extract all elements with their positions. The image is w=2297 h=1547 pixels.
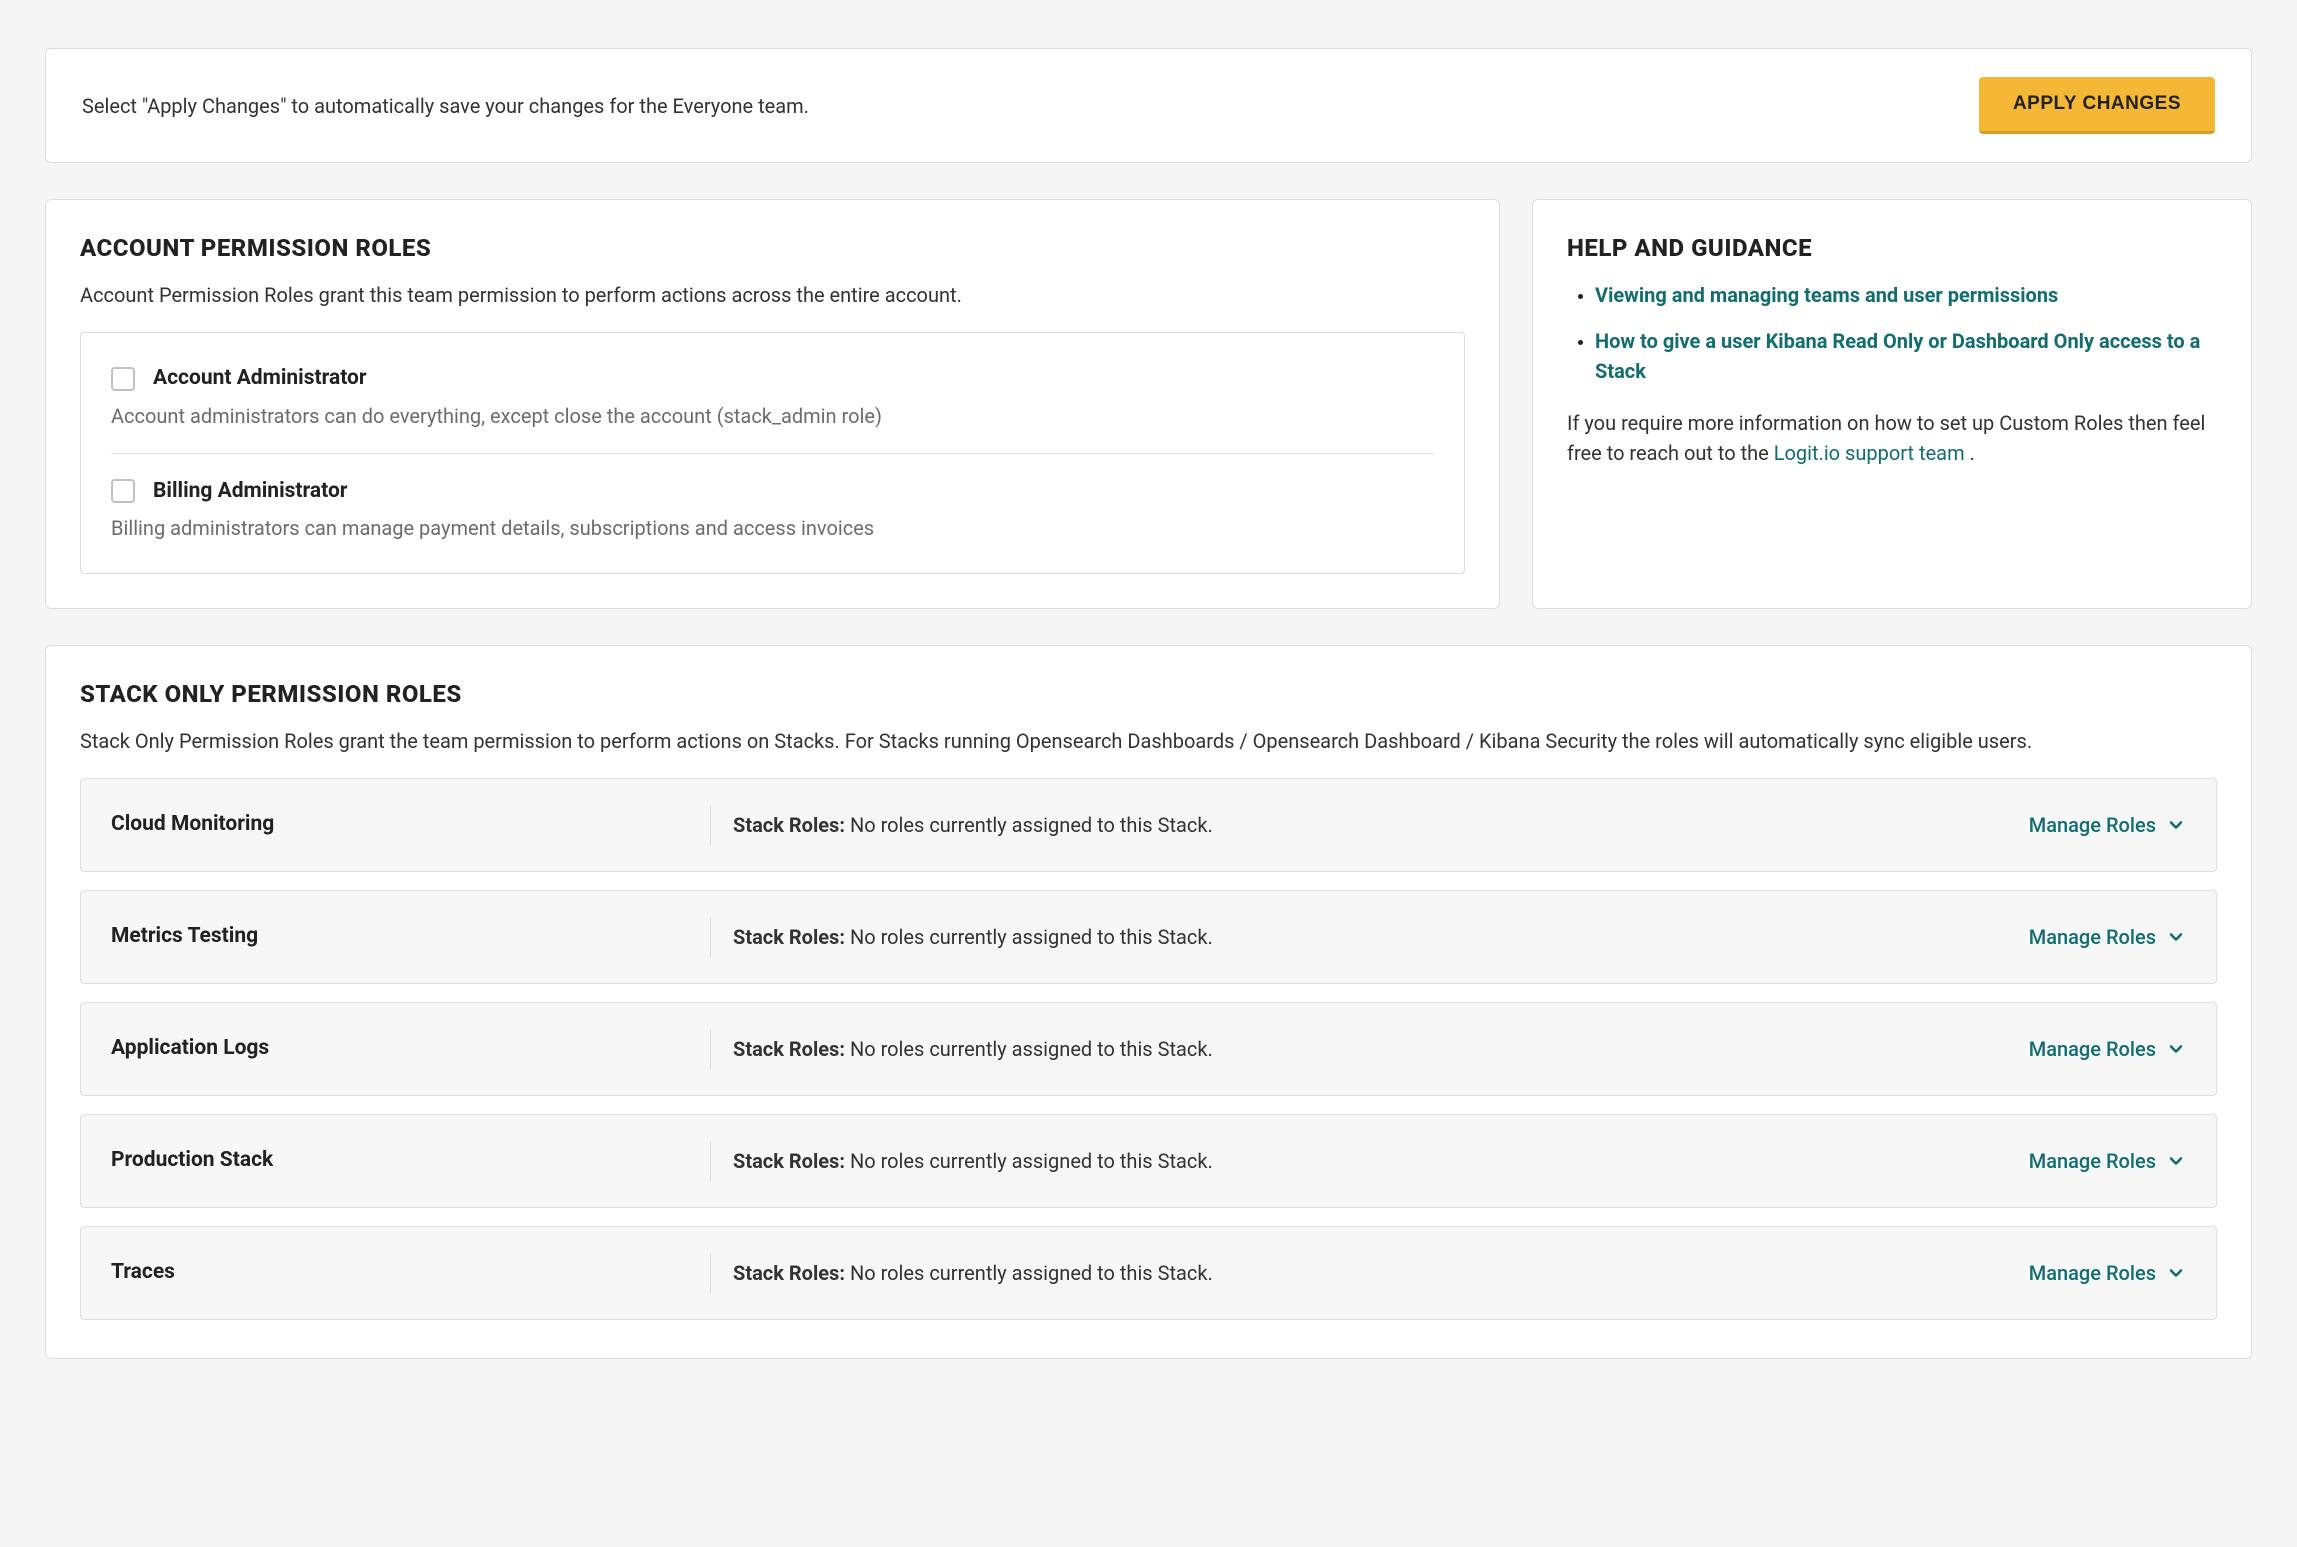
stack-item: Traces Stack Roles: No roles currently as… <box>80 1226 2217 1320</box>
apply-changes-prompt: Select "Apply Changes" to automatically … <box>82 91 809 121</box>
stack-roles-text: Stack Roles: No roles currently assigned… <box>733 922 2029 952</box>
chevron-down-icon <box>2166 815 2186 835</box>
role-description: Account administrators can do everything… <box>111 401 1434 431</box>
manage-roles-label: Manage Roles <box>2029 1146 2156 1176</box>
help-footer-after: . <box>1965 441 1975 465</box>
checkbox-account-admin[interactable] <box>111 367 135 391</box>
stack-only-permission-roles-panel: STACK ONLY PERMISSION ROLES Stack Only P… <box>45 645 2252 1359</box>
stack-roles-description: Stack Only Permission Roles grant the te… <box>80 726 2217 756</box>
support-team-link[interactable]: Logit.io support team <box>1774 441 1965 465</box>
manage-roles-link[interactable]: Manage Roles <box>2029 922 2186 952</box>
stack-roles-text: Stack Roles: No roles currently assigned… <box>733 1258 2029 1288</box>
stack-name: Production Stack <box>111 1141 711 1181</box>
help-and-guidance-panel: HELP AND GUIDANCE Viewing and managing t… <box>1532 199 2252 609</box>
role-description: Billing administrators can manage paymen… <box>111 513 1434 543</box>
stack-roles-text: Stack Roles: No roles currently assigned… <box>733 1034 2029 1064</box>
account-permission-roles-panel: ACCOUNT PERMISSION ROLES Account Permiss… <box>45 199 1500 609</box>
chevron-down-icon <box>2166 1151 2186 1171</box>
help-title: HELP AND GUIDANCE <box>1567 230 2217 266</box>
manage-roles-link[interactable]: Manage Roles <box>2029 1258 2186 1288</box>
account-roles-description: Account Permission Roles grant this team… <box>80 280 1465 310</box>
role-item-billing-admin: Billing Administrator Billing administra… <box>111 453 1434 552</box>
account-roles-title: ACCOUNT PERMISSION ROLES <box>80 230 1465 266</box>
help-links-list: Viewing and managing teams and user perm… <box>1567 280 2217 386</box>
role-item-account-admin: Account Administrator Account administra… <box>111 355 1434 439</box>
stack-name: Application Logs <box>111 1029 711 1069</box>
help-link-kibana-readonly[interactable]: How to give a user Kibana Read Only or D… <box>1595 329 2200 383</box>
stack-name: Metrics Testing <box>111 917 711 957</box>
manage-roles-link[interactable]: Manage Roles <box>2029 1146 2186 1176</box>
manage-roles-label: Manage Roles <box>2029 810 2156 840</box>
help-footer-text: If you require more information on how t… <box>1567 408 2217 468</box>
role-name: Account Administrator <box>153 363 367 395</box>
stack-roles-title: STACK ONLY PERMISSION ROLES <box>80 676 2217 712</box>
manage-roles-label: Manage Roles <box>2029 922 2156 952</box>
manage-roles-link[interactable]: Manage Roles <box>2029 1034 2186 1064</box>
manage-roles-label: Manage Roles <box>2029 1034 2156 1064</box>
checkbox-billing-admin[interactable] <box>111 479 135 503</box>
chevron-down-icon <box>2166 1039 2186 1059</box>
stack-item: Cloud Monitoring Stack Roles: No roles cu… <box>80 778 2217 872</box>
chevron-down-icon <box>2166 927 2186 947</box>
stack-item: Production Stack Stack Roles: No roles cu… <box>80 1114 2217 1208</box>
account-roles-list: Account Administrator Account administra… <box>80 332 1465 574</box>
stack-name: Traces <box>111 1253 711 1293</box>
stack-roles-text: Stack Roles: No roles currently assigned… <box>733 1146 2029 1176</box>
stack-list: Cloud Monitoring Stack Roles: No roles cu… <box>80 778 2217 1320</box>
apply-changes-button[interactable]: APPLY CHANGES <box>1979 77 2215 134</box>
manage-roles-link[interactable]: Manage Roles <box>2029 810 2186 840</box>
help-link-teams-permissions[interactable]: Viewing and managing teams and user perm… <box>1595 283 2058 307</box>
stack-name: Cloud Monitoring <box>111 805 711 845</box>
stack-roles-text: Stack Roles: No roles currently assigned… <box>733 810 2029 840</box>
apply-changes-bar: Select "Apply Changes" to automatically … <box>45 48 2252 163</box>
manage-roles-label: Manage Roles <box>2029 1258 2156 1288</box>
chevron-down-icon <box>2166 1263 2186 1283</box>
stack-item: Application Logs Stack Roles: No roles cu… <box>80 1002 2217 1096</box>
role-name: Billing Administrator <box>153 476 348 508</box>
stack-item: Metrics Testing Stack Roles: No roles cur… <box>80 890 2217 984</box>
